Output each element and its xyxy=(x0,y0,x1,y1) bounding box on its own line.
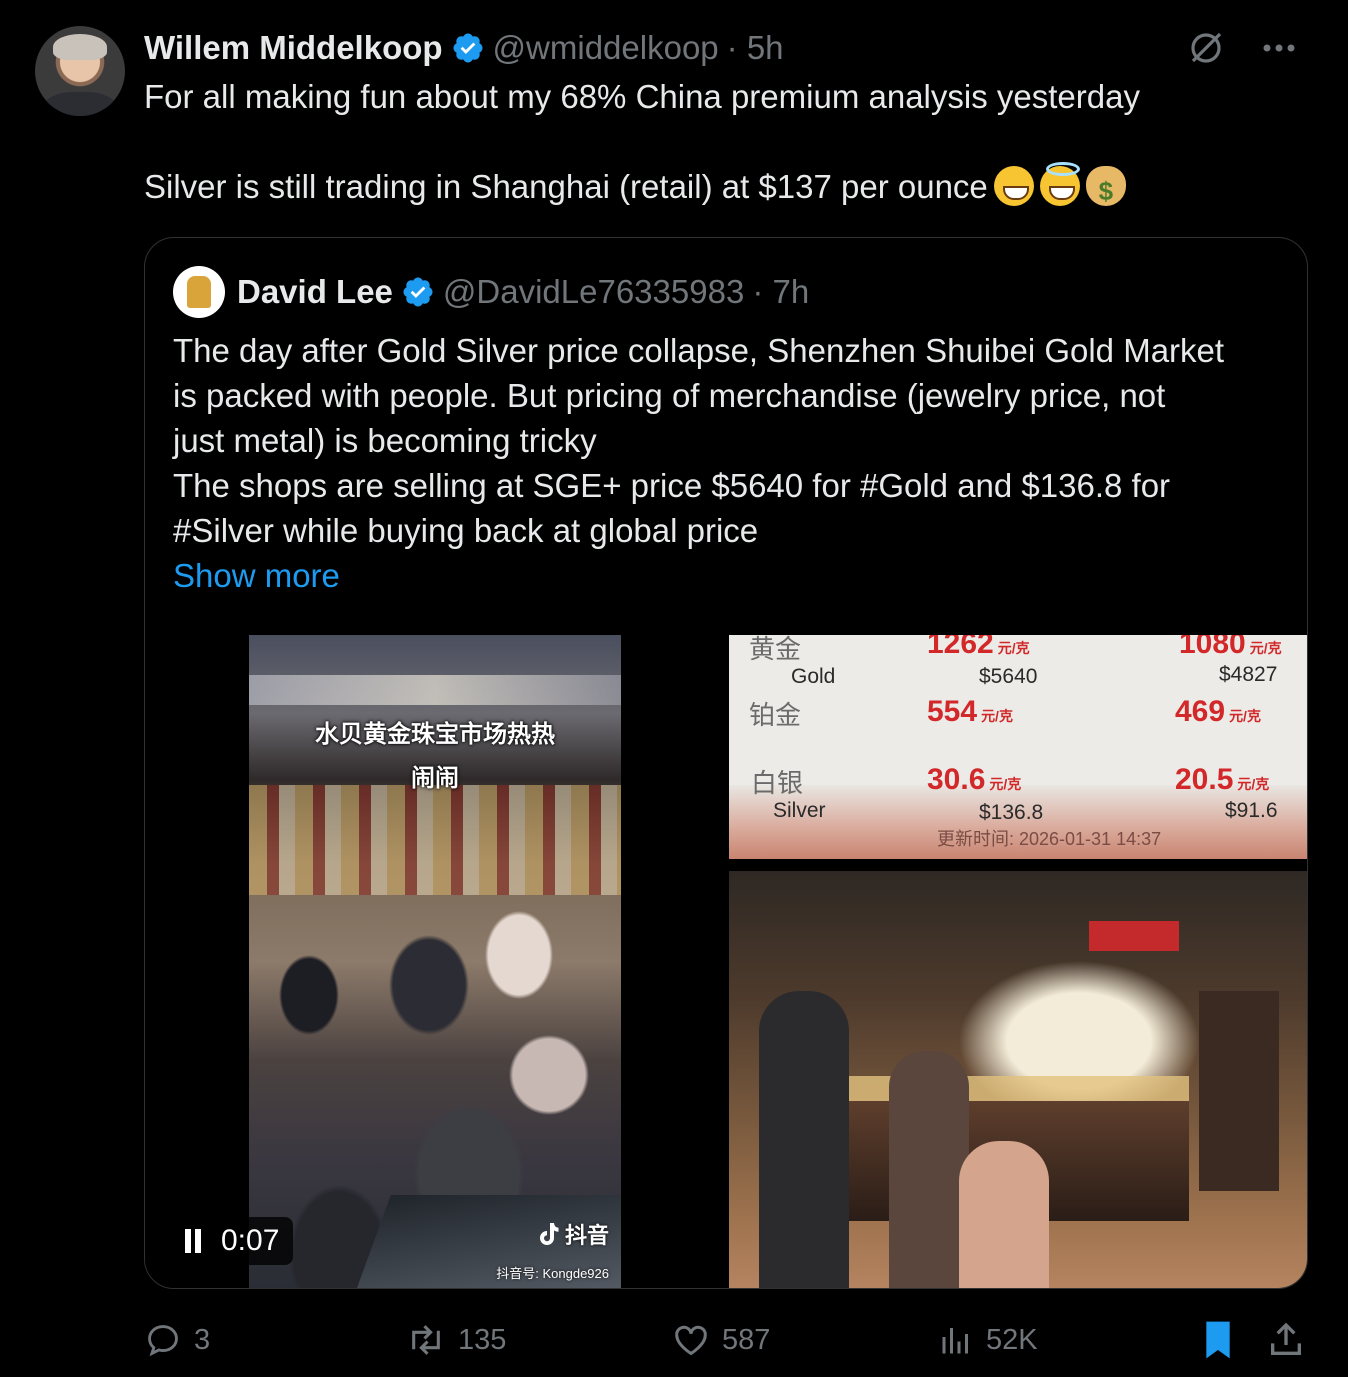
bookmark-button[interactable] xyxy=(1200,1314,1236,1366)
silver-sell-value: 30.6 xyxy=(927,763,986,796)
platinum-buy-price: 469 元/克 xyxy=(1175,695,1261,729)
video-player[interactable]: 水贝黄金珠宝市场热热 闹闹 抖音 抖音号: Kongde926 xyxy=(249,635,621,1288)
gold-buy-unit: 元/克 xyxy=(1249,640,1282,656)
gold-sell-price: 1262 元/克 xyxy=(927,635,1030,661)
avatar-body xyxy=(43,92,117,116)
tiktok-logo-icon xyxy=(539,1222,559,1246)
gold-sell-usd: $5640 xyxy=(979,665,1038,688)
view-count: 52K xyxy=(986,1323,1038,1356)
analytics-icon xyxy=(938,1322,974,1358)
bookmark-icon xyxy=(1200,1320,1236,1360)
platinum-sell-value: 554 xyxy=(927,695,978,728)
tweet-line-2: Silver is still trading in Shanghai (ret… xyxy=(144,168,988,205)
store-sign xyxy=(1089,921,1179,951)
quote-time[interactable]: · 7h xyxy=(752,273,809,311)
grok-icon[interactable] xyxy=(1186,28,1226,68)
gold-buy-usd: $4827 xyxy=(1219,663,1278,686)
tweet-time[interactable]: · 5h xyxy=(727,29,784,67)
author-handle[interactable]: @wmiddelkoop xyxy=(493,29,719,67)
like-button[interactable]: 587 xyxy=(672,1314,770,1366)
repost-count: 135 xyxy=(458,1323,507,1356)
quote-media: 水贝黄金珠宝市场热热 闹闹 抖音 抖音号: Kongde926 0:07 黄金 … xyxy=(145,635,1307,1288)
quoted-tweet[interactable]: David Lee @DavidLe76335983 · 7h The day … xyxy=(144,237,1308,1289)
tweet-header: Willem Middelkoop @wmiddelkoop · 5h xyxy=(144,26,784,70)
silver-buy-value: 20.5 xyxy=(1175,763,1234,796)
video-elapsed-time: 0:07 xyxy=(221,1224,280,1257)
quote-author-name[interactable]: David Lee xyxy=(237,273,393,311)
repost-button[interactable]: 135 xyxy=(406,1314,506,1366)
silver-sell-usd: $136.8 xyxy=(979,801,1044,824)
shopper-figure xyxy=(889,1051,969,1288)
quote-author-avatar[interactable] xyxy=(173,266,225,318)
views-button[interactable]: 52K xyxy=(938,1314,1038,1366)
tiktok-id: 抖音号: Kongde926 xyxy=(496,1266,609,1281)
gold-sell-unit: 元/克 xyxy=(997,640,1030,656)
pause-icon[interactable] xyxy=(183,1229,203,1253)
reply-count: 3 xyxy=(194,1323,211,1356)
silver-en-label: Silver xyxy=(773,799,826,822)
reply-button[interactable]: 3 xyxy=(144,1314,210,1366)
gold-buy-price: 1080 元/克 xyxy=(1179,635,1282,661)
quote-line: is packed with people. But pricing of me… xyxy=(173,377,1166,414)
store-scene xyxy=(729,871,1307,1288)
platinum-sell-price: 554 元/克 xyxy=(927,695,1013,729)
quote-header: David Lee @DavidLe76335983 · 7h xyxy=(173,266,809,318)
silver-cn-label: 白银 xyxy=(751,768,804,798)
smiling-face-with-halo-icon xyxy=(1039,162,1080,206)
author-avatar[interactable] xyxy=(35,26,125,116)
tweet-text: For all making fun about my 68% China pr… xyxy=(144,76,1304,212)
silver-sell-price: 30.6 元/克 xyxy=(927,763,1021,797)
silver-buy-price: 20.5 元/克 xyxy=(1175,763,1269,797)
platinum-sell-unit: 元/克 xyxy=(981,708,1013,724)
tweet-top-actions xyxy=(1186,26,1296,70)
share-button[interactable] xyxy=(1266,1314,1306,1366)
quote-line: just metal) is becoming tricky xyxy=(173,422,597,459)
gold-cn-label: 黄金 xyxy=(749,635,802,664)
repost-icon xyxy=(406,1321,446,1359)
quote-text: The day after Gold Silver price collapse… xyxy=(173,328,1283,598)
price-update-time: 更新时间: 2026-01-31 14:37 xyxy=(937,829,1162,849)
silver-sell-unit: 元/克 xyxy=(989,776,1022,792)
gold-sell-value: 1262 xyxy=(927,635,994,660)
verified-badge-icon xyxy=(401,275,435,309)
video-controls: 0:07 xyxy=(169,1217,294,1265)
tweet-line-1: For all making fun about my 68% China pr… xyxy=(144,78,1140,115)
platinum-cn-label: 铂金 xyxy=(749,700,802,730)
video-caption: 水贝黄金珠宝市场热热 闹闹 xyxy=(249,713,621,801)
platinum-buy-value: 469 xyxy=(1175,695,1226,728)
show-more-link[interactable]: Show more xyxy=(173,553,1283,598)
heart-icon xyxy=(672,1321,710,1359)
quote-line: #Silver while buying back at global pric… xyxy=(173,512,759,549)
author-name[interactable]: Willem Middelkoop xyxy=(144,29,443,67)
money-bag-icon xyxy=(1085,166,1126,212)
quote-author-handle[interactable]: @DavidLe76335983 xyxy=(443,273,744,311)
verified-badge-icon xyxy=(451,31,485,65)
reply-icon xyxy=(144,1321,182,1359)
grinning-face-icon xyxy=(993,166,1034,206)
quote-line: The shops are selling at SGE+ price $564… xyxy=(173,467,1171,504)
video-scene-ceiling xyxy=(249,675,621,705)
tiktok-watermark: 抖音 xyxy=(539,1218,609,1250)
chair-figure xyxy=(1199,991,1279,1191)
quote-line: The day after Gold Silver price collapse… xyxy=(173,332,1225,369)
tweet-action-bar: 3 135 587 52K xyxy=(144,1314,1308,1366)
silver-buy-unit: 元/克 xyxy=(1237,776,1270,792)
price-board: 黄金 Gold 1262 元/克 $5640 1080 元/克 $4827 铂金 5… xyxy=(729,635,1307,859)
like-count: 587 xyxy=(722,1323,771,1356)
gold-buy-value: 1080 xyxy=(1179,635,1246,660)
avatar-hair xyxy=(53,34,107,60)
tweet-line-2-container: Silver is still trading in Shanghai (ret… xyxy=(144,162,1304,212)
shopper-figure xyxy=(959,1141,1049,1288)
platinum-buy-unit: 元/克 xyxy=(1229,708,1261,724)
share-icon xyxy=(1266,1320,1306,1360)
gold-en-label: Gold xyxy=(791,665,836,688)
video-caption-line-2: 闹闹 xyxy=(411,765,459,792)
more-options-icon[interactable] xyxy=(1262,43,1296,53)
shopper-figure xyxy=(759,991,849,1288)
tiktok-label: 抖音 xyxy=(564,1223,609,1248)
video-caption-line-1: 水贝黄金珠宝市场热热 xyxy=(315,721,555,748)
market-photo[interactable]: 黄金 Gold 1262 元/克 $5640 1080 元/克 $4827 铂金 5… xyxy=(729,635,1307,1288)
silver-buy-usd: $91.6 xyxy=(1225,799,1278,822)
